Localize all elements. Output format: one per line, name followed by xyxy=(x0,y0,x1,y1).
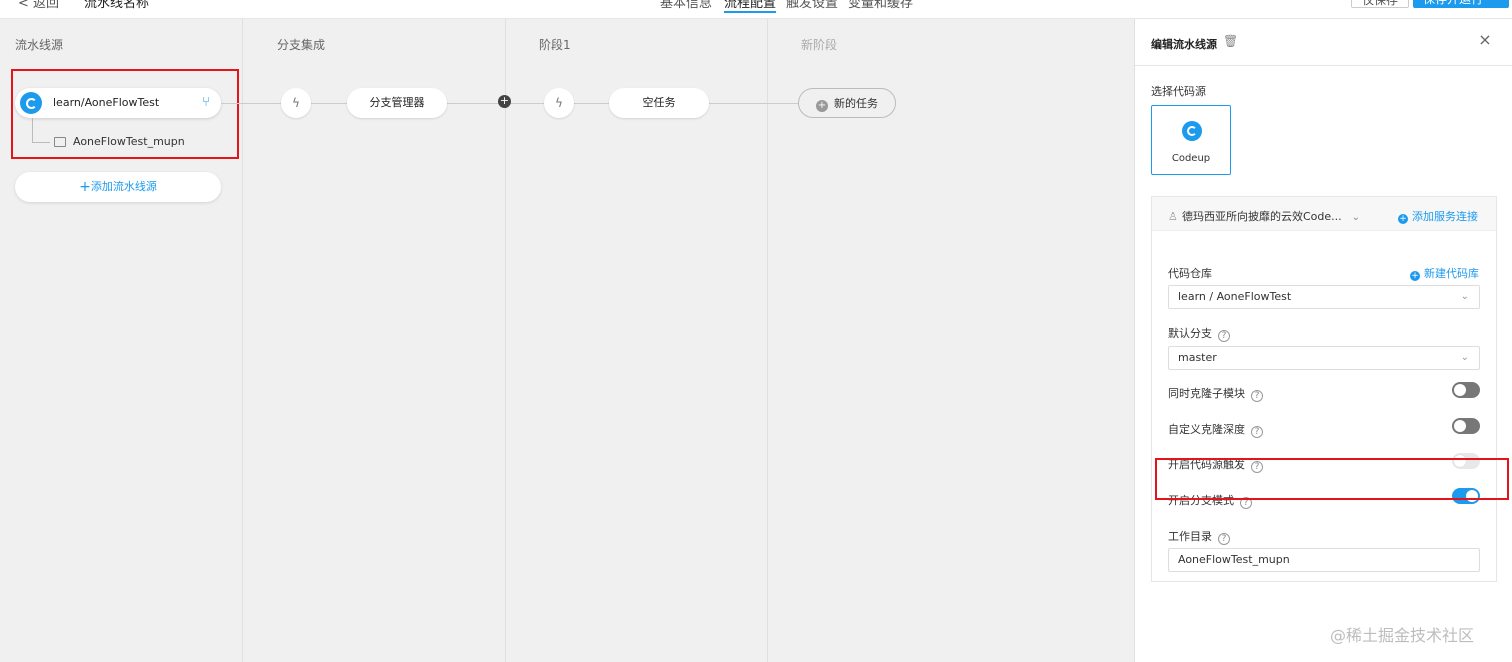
pipeline-canvas: 流水线源 分支集成 阶段1 新阶段 learn/AoneFlowTest ⑂ A… xyxy=(0,19,1134,662)
workdir-label: 工作目录? xyxy=(1168,528,1230,545)
custom-depth-toggle[interactable] xyxy=(1452,418,1480,434)
column-title: 流水线源 xyxy=(15,38,64,52)
new-repo-label: 新建代码库 xyxy=(1424,267,1479,280)
plus-circle-icon: + xyxy=(816,100,828,112)
chevron-down-icon: ⌄ xyxy=(1351,212,1361,223)
edit-source-panel: 编辑流水线源 🗑 × 选择代码源 Codeup ♙ 德玛西亚所向披靡的云效Code… xyxy=(1134,19,1512,662)
service-connection-select[interactable]: ♙ 德玛西亚所向披靡的云效Code... ⌄ xyxy=(1168,208,1360,224)
help-icon[interactable]: ? xyxy=(1218,533,1230,545)
connector-line xyxy=(221,103,281,104)
codeup-label: Codeup xyxy=(1171,153,1211,164)
add-source-button[interactable]: +添加流水线源 xyxy=(15,172,221,202)
connector-line xyxy=(708,103,798,104)
help-icon[interactable]: ? xyxy=(1251,390,1263,402)
chevron-down-icon: ⌄ xyxy=(1460,291,1469,302)
add-connection-label: 添加服务连接 xyxy=(1412,210,1478,223)
task-label: 分支管理器 xyxy=(369,96,425,109)
repo-label: 代码仓库 xyxy=(1168,267,1212,280)
save-only-button[interactable]: 仅保存 xyxy=(1351,0,1409,8)
toggle-knob xyxy=(1454,384,1466,396)
top-toolbar: < 返回 流水线名称 基本信息 流程配置 触发设置 变量和缓存 仅保存 保存并运… xyxy=(0,0,1512,19)
custom-depth-label: 自定义克隆深度? xyxy=(1168,421,1263,438)
trash-icon[interactable]: 🗑 xyxy=(1223,34,1238,48)
codeup-logo-icon xyxy=(1182,121,1202,141)
column-title: 阶段1 xyxy=(539,38,571,52)
close-icon[interactable]: × xyxy=(1477,32,1493,48)
branch-select[interactable]: master ⌄ xyxy=(1168,346,1480,370)
back-link[interactable]: < 返回 xyxy=(18,0,59,11)
new-task-button[interactable]: + 新的任务 xyxy=(798,88,896,118)
tab-trigger-settings[interactable]: 触发设置 xyxy=(786,0,838,11)
add-stage-plus-icon[interactable]: + xyxy=(498,95,511,108)
tab-flow-config[interactable]: 流程配置 xyxy=(724,0,777,13)
branch-label: 默认分支? xyxy=(1168,325,1230,342)
custom-depth-text: 自定义克隆深度 xyxy=(1168,423,1245,436)
chevron-down-icon: ⌄ xyxy=(1460,352,1469,363)
help-icon[interactable]: ? xyxy=(1251,426,1263,438)
codeup-source-option[interactable]: Codeup xyxy=(1151,105,1231,175)
source-type-label: 选择代码源 xyxy=(1151,85,1206,98)
save-and-run-button[interactable]: 保存并运行 xyxy=(1413,0,1509,8)
help-icon[interactable]: ? xyxy=(1218,330,1230,342)
new-repo-link[interactable]: + 新建代码库 xyxy=(1410,265,1479,281)
user-icon: ♙ xyxy=(1168,210,1178,223)
plus-circle-icon: + xyxy=(1398,214,1408,224)
panel-header: 编辑流水线源 🗑 × xyxy=(1135,19,1512,66)
add-connection-link[interactable]: + 添加服务连接 xyxy=(1398,208,1478,224)
connector-line xyxy=(573,103,609,104)
panel-title: 编辑流水线源 xyxy=(1151,38,1217,51)
workdir-label-text: 工作目录 xyxy=(1168,530,1212,543)
add-source-label: 添加流水线源 xyxy=(90,180,157,193)
repo-select[interactable]: learn / AoneFlowTest ⌄ xyxy=(1168,285,1480,309)
column-title: 分支集成 xyxy=(277,38,326,52)
branch-label-text: 默认分支 xyxy=(1168,327,1212,340)
toggle-knob xyxy=(1454,420,1466,432)
clone-submodules-text: 同时克隆子模块 xyxy=(1168,387,1245,400)
source-config-form: ♙ 德玛西亚所向披靡的云效Code... ⌄ + 添加服务连接 代码仓库 + 新建代码库… xyxy=(1151,196,1497,582)
workdir-input[interactable]: AoneFlowTest_mupn xyxy=(1168,548,1480,572)
trigger-lightning-icon[interactable]: ϟ xyxy=(544,88,574,118)
task-branch-manager[interactable]: 分支管理器 xyxy=(347,88,447,118)
task-label: 新的任务 xyxy=(834,97,878,110)
task-empty[interactable]: 空任务 xyxy=(609,88,709,118)
column-title: 新阶段 xyxy=(801,38,838,52)
task-label: 空任务 xyxy=(642,96,676,109)
trigger-lightning-icon[interactable]: ϟ xyxy=(281,88,311,118)
plus-icon: + xyxy=(79,179,91,195)
tab-basic-info[interactable]: 基本信息 xyxy=(660,0,712,11)
highlight-box-branch-mode xyxy=(1155,458,1509,500)
clone-submodules-toggle[interactable] xyxy=(1452,382,1480,398)
account-strip: ♙ 德玛西亚所向披靡的云效Code... ⌄ + 添加服务连接 xyxy=(1152,197,1496,231)
connector-line xyxy=(446,103,544,104)
highlight-box-source xyxy=(11,69,239,159)
branch-value: master xyxy=(1178,351,1217,364)
pipeline-name: 流水线名称 xyxy=(84,0,150,11)
connector-line xyxy=(311,103,347,104)
repo-value: learn / AoneFlowTest xyxy=(1178,290,1292,303)
workdir-value: AoneFlowTest_mupn xyxy=(1178,553,1290,566)
watermark: @稀土掘金技术社区 xyxy=(1330,626,1475,645)
clone-submodules-label: 同时克隆子模块? xyxy=(1168,385,1263,402)
tab-variables-cache[interactable]: 变量和缓存 xyxy=(848,0,913,11)
plus-circle-icon: + xyxy=(1410,271,1420,281)
account-name: 德玛西亚所向披靡的云效Code... xyxy=(1182,210,1342,223)
